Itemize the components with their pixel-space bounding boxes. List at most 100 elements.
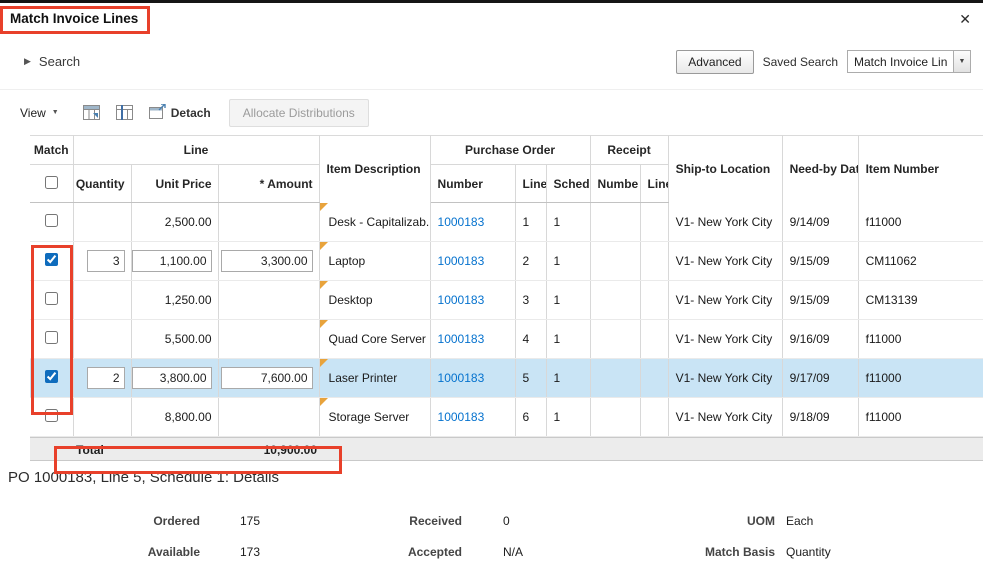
detach-button[interactable]: Detach	[148, 102, 211, 122]
ordered-value: 175	[240, 514, 261, 528]
po-number-link[interactable]: 1000183	[438, 371, 485, 385]
select-all-cell	[30, 164, 74, 203]
receipt-line-cell	[640, 241, 669, 281]
item-description-cell: Laser Printer	[319, 358, 431, 398]
po-number-link[interactable]: 1000183	[438, 332, 485, 346]
po-number-link[interactable]: 1000183	[438, 293, 485, 307]
quantity-cell	[73, 358, 132, 398]
saved-search-combobox[interactable]: ▼	[847, 50, 971, 73]
item-description-cell: Storage Server	[319, 397, 431, 437]
ship-to-cell: V1- New York City	[668, 280, 783, 320]
po-number-link[interactable]: 1000183	[438, 215, 485, 229]
row-select-checkbox[interactable]	[44, 292, 58, 305]
dialog-titlebar: Match Invoice Lines ✕	[0, 3, 983, 34]
receipt-number-cell	[590, 397, 641, 437]
column-header-receipt-line: Line	[640, 164, 669, 203]
row-select-checkbox[interactable]	[44, 331, 58, 344]
received-value: 0	[503, 514, 510, 528]
select-all-checkbox[interactable]	[44, 175, 58, 189]
column-header-item-description: Item Description	[319, 135, 431, 203]
receipt-line-cell	[640, 358, 669, 398]
po-line-cell: 4	[515, 319, 547, 359]
details-heading: PO 1000183, Line 5, Schedule 1: Details	[8, 469, 280, 486]
po-number-link[interactable]: 1000183	[438, 410, 485, 424]
item-description-cell: Laptop	[319, 241, 431, 281]
column-header-quantity: Quantity	[73, 164, 132, 203]
need-by-cell: 9/16/09	[782, 319, 859, 359]
unit-price-cell	[131, 241, 219, 281]
quantity-cell	[73, 280, 132, 320]
item-description-cell: Quad Core Server	[319, 319, 431, 359]
quantity-cell	[73, 202, 132, 242]
unit-price-input[interactable]	[131, 367, 212, 389]
view-menu-label: View	[20, 105, 46, 120]
column-header-unit-price: Unit Price	[131, 164, 219, 203]
row-select-checkbox[interactable]	[44, 370, 58, 383]
allocate-distributions-button[interactable]: Allocate Distributions	[228, 98, 369, 127]
table-row[interactable]: 5,500.00 Quad Core Server 1000183 4 1 V1…	[30, 319, 983, 359]
po-line-cell: 5	[515, 358, 547, 398]
po-schedule-cell: 1	[546, 397, 591, 437]
po-line-cell: 1	[515, 202, 547, 242]
amount-cell	[218, 241, 320, 281]
quantity-input[interactable]	[86, 250, 125, 272]
amount-input[interactable]	[220, 250, 313, 272]
available-label: Available	[147, 545, 200, 559]
table-row[interactable]: 8,800.00 Storage Server 1000183 6 1 V1- …	[30, 397, 983, 437]
ship-to-cell: V1- New York City	[668, 241, 783, 281]
amount-cell	[218, 280, 320, 320]
dropdown-caret-icon[interactable]: ▼	[953, 50, 971, 73]
column-header-ship-to: Ship-to Location	[668, 135, 783, 203]
receipt-number-cell	[590, 358, 641, 398]
item-number-cell: f11000	[858, 202, 983, 242]
amount-input[interactable]	[220, 367, 313, 389]
freeze-icon[interactable]	[115, 105, 133, 120]
receipt-number-cell	[590, 319, 641, 359]
unit-price-cell: 8,800.00	[131, 397, 219, 437]
table-row[interactable]: Laser Printer 1000183 5 1 V1- New York C…	[30, 358, 983, 398]
export-icon[interactable]	[82, 105, 100, 120]
row-select-checkbox[interactable]	[44, 409, 58, 422]
need-by-cell: 9/18/09	[782, 397, 859, 437]
item-number-cell: CM11062	[858, 241, 983, 281]
search-section-label[interactable]: Search	[39, 54, 80, 69]
table-row[interactable]: 1,250.00 Desktop 1000183 3 1 V1- New Yor…	[30, 280, 983, 320]
search-panel: ▶ Search Advanced Saved Search ▼	[0, 34, 983, 90]
unit-price-cell	[131, 358, 219, 398]
ship-to-cell: V1- New York City	[668, 358, 783, 398]
changed-indicator-icon	[319, 359, 328, 367]
row-select-checkbox[interactable]	[44, 253, 58, 266]
po-schedule-cell: 1	[546, 202, 591, 242]
total-row: Total 10,900.00	[30, 437, 983, 461]
changed-indicator-icon	[319, 202, 328, 211]
detach-label: Detach	[170, 105, 211, 120]
amount-cell	[218, 202, 320, 242]
receipt-line-cell	[640, 280, 669, 320]
chevron-down-icon: ▼	[51, 109, 59, 116]
close-icon[interactable]: ✕	[959, 12, 971, 26]
saved-search-input[interactable]	[847, 50, 953, 73]
view-menu-button[interactable]: View ▼	[20, 106, 59, 120]
item-number-cell: f11000	[858, 319, 983, 359]
column-group-line: Line	[73, 135, 320, 165]
receipt-line-cell	[640, 397, 669, 437]
need-by-cell: 9/14/09	[782, 202, 859, 242]
item-number-cell: f11000	[858, 397, 983, 437]
dialog-title: Match Invoice Lines	[10, 11, 139, 26]
quantity-cell	[73, 397, 132, 437]
po-number-link[interactable]: 1000183	[438, 254, 485, 268]
disclosure-triangle-icon[interactable]: ▶	[24, 56, 31, 67]
table-row[interactable]: Laptop 1000183 2 1 V1- New York City 9/1…	[30, 241, 983, 281]
row-select-checkbox[interactable]	[44, 214, 58, 227]
amount-cell	[218, 397, 320, 437]
quantity-cell	[73, 241, 132, 281]
quantity-input[interactable]	[86, 367, 125, 389]
table-row[interactable]: 2,500.00 Desk - Capitalizab... 1000183 1…	[30, 202, 983, 242]
changed-indicator-icon	[319, 281, 328, 289]
need-by-cell: 9/15/09	[782, 280, 859, 320]
accepted-label: Accepted	[407, 545, 462, 559]
amount-cell	[218, 319, 320, 359]
detach-icon	[148, 102, 166, 122]
advanced-button[interactable]: Advanced	[676, 49, 754, 74]
unit-price-input[interactable]	[131, 250, 212, 272]
